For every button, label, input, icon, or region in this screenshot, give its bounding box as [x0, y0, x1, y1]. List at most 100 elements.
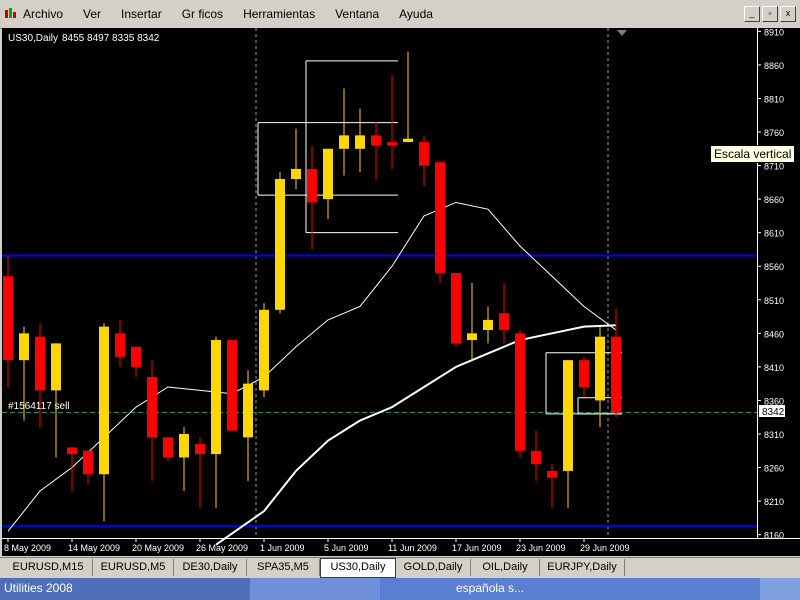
- menu-ventana[interactable]: Ventana: [332, 7, 382, 21]
- tab-us30-daily[interactable]: US30,Daily: [320, 558, 396, 578]
- y-tick-label-8: 8510: [764, 296, 784, 306]
- menu-graficos[interactable]: Gr ficos: [179, 7, 226, 21]
- y-tick-label-3: 8760: [764, 128, 784, 138]
- candle-body-25: [403, 138, 413, 143]
- candle-body-6: [99, 326, 109, 475]
- chart-ohlc-values: 8455 8497 8335 8342: [62, 33, 160, 44]
- x-tick-label-7: 17 Jun 2009: [452, 543, 502, 553]
- candle-body-3: [51, 343, 61, 391]
- candle-body-2: [35, 336, 45, 391]
- app-icon[interactable]: [4, 6, 18, 20]
- y-tick-label-14: 8210: [764, 497, 784, 507]
- y-tick-label-11: 8360: [764, 396, 784, 406]
- y-tick-label-2: 8810: [764, 94, 784, 104]
- x-tick-label-5: 5 Jun 2009: [324, 543, 369, 553]
- tab-eurjpy-daily[interactable]: EURJPY,Daily: [540, 559, 625, 576]
- candle-body-32: [515, 333, 525, 451]
- x-tick-label-4: 1 Jun 2009: [260, 543, 305, 553]
- candle-body-12: [195, 444, 205, 455]
- candle-body-38: [611, 336, 621, 413]
- candle-body-28: [451, 272, 461, 344]
- candle-body-18: [291, 168, 301, 179]
- candle-body-27: [435, 162, 445, 273]
- menu-herramientas[interactable]: Herramientas: [240, 7, 318, 21]
- menu-ayuda[interactable]: Ayuda: [396, 7, 436, 21]
- candle-body-36: [579, 360, 589, 388]
- candle-body-19: [307, 168, 317, 203]
- candle-body-5: [83, 450, 93, 475]
- candle-body-26: [419, 142, 429, 166]
- menu-archivo[interactable]: Archivo: [20, 7, 66, 21]
- x-tick-label-3: 26 May 2009: [196, 543, 248, 553]
- tooltip: Escala vertical: [710, 145, 796, 163]
- candle-body-17: [275, 178, 285, 310]
- tab-oil-daily[interactable]: OIL,Daily: [471, 559, 540, 576]
- x-tick-label-2: 20 May 2009: [132, 543, 184, 553]
- system-tray: [760, 578, 800, 600]
- candle-body-0: [3, 276, 13, 361]
- y-tick-label-0: 8910: [764, 28, 784, 37]
- x-tick-label-0: 8 May 2009: [4, 543, 51, 553]
- taskbar-item-espanola[interactable]: española s...: [380, 578, 800, 600]
- y-tick-label-4: 8710: [764, 162, 784, 172]
- x-tick-label-1: 14 May 2009: [68, 543, 120, 553]
- x-tick-label-8: 23 Jun 2009: [516, 543, 566, 553]
- menu-ver[interactable]: Ver: [80, 7, 104, 21]
- candle-body-29: [467, 333, 477, 341]
- symbol-tab-bar: EURUSD,M15 EURUSD,M5 DE30,Daily SPA35,M5…: [0, 557, 800, 578]
- tab-eurusd-m5[interactable]: EURUSD,M5: [93, 559, 174, 576]
- tab-spa35-m5[interactable]: SPA35,M5: [247, 559, 320, 576]
- y-tick-label-7: 8560: [764, 262, 784, 272]
- candle-body-30: [483, 319, 493, 330]
- tab-eurusd-m15[interactable]: EURUSD,M15: [4, 559, 93, 576]
- close-button[interactable]: x: [780, 6, 796, 22]
- y-tick-label-10: 8410: [764, 363, 784, 373]
- candle-body-21: [339, 135, 349, 149]
- candle-body-20: [323, 148, 333, 200]
- chart-window[interactable]: 8910 8860 8810 8760 8710 8660 8610 8560 8510 8460…: [2, 28, 800, 556]
- candle-body-7: [115, 333, 125, 357]
- candlestick-chart[interactable]: 8910 8860 8810 8760 8710 8660 8610 8560 8510 8460…: [2, 28, 800, 556]
- taskbar-item-blank[interactable]: [250, 578, 380, 600]
- candle-body-23: [371, 135, 381, 146]
- candle-body-4: [67, 447, 77, 455]
- candle-body-24: [387, 142, 397, 146]
- candle-body-10: [163, 437, 173, 458]
- y-tick-label-5: 8660: [764, 195, 784, 205]
- candle-body-31: [499, 313, 509, 330]
- window-controls: _ ▫ x: [744, 6, 796, 22]
- candle-body-37: [595, 336, 605, 401]
- order-label: #1564117 sell: [8, 401, 70, 412]
- candle-body-9: [147, 376, 157, 438]
- current-price-label: 8342: [762, 407, 785, 418]
- candle-body-1: [19, 333, 29, 361]
- candle-body-15: [243, 383, 253, 438]
- candle-body-16: [259, 309, 269, 391]
- x-tick-label-9: 29 Jun 2009: [580, 543, 630, 553]
- y-tick-label-1: 8860: [764, 61, 784, 71]
- menu-bar: Archivo Ver Insertar Gr ficos Herramient…: [0, 0, 800, 29]
- tab-gold-daily[interactable]: GOLD,Daily: [396, 559, 471, 576]
- menu: Archivo Ver Insertar Gr ficos Herramient…: [20, 7, 450, 21]
- y-tick-label-15: 8160: [764, 531, 784, 541]
- minimize-button[interactable]: _: [744, 6, 760, 22]
- tab-de30-daily[interactable]: DE30,Daily: [174, 559, 247, 576]
- candle-body-8: [131, 346, 141, 367]
- candle-body-11: [179, 433, 189, 458]
- candle-body-22: [355, 135, 365, 149]
- menu-insertar[interactable]: Insertar: [118, 7, 165, 21]
- x-tick-label-6: 11 Jun 2009: [388, 543, 437, 553]
- candle-body-14: [227, 340, 237, 431]
- restore-button[interactable]: ▫: [762, 6, 778, 22]
- candle-body-35: [563, 360, 573, 471]
- y-tick-label-9: 8460: [764, 329, 784, 339]
- candle-body-34: [547, 470, 557, 478]
- y-tick-label-12: 8310: [764, 430, 784, 440]
- candle-body-33: [531, 450, 541, 465]
- y-tick-label-6: 8610: [764, 229, 784, 239]
- candle-body-13: [211, 340, 221, 455]
- y-tick-label-13: 8260: [764, 464, 784, 474]
- chart-title: US30,Daily: [8, 33, 58, 44]
- taskbar-item-utilities[interactable]: Utilities 2008: [0, 578, 254, 600]
- taskbar: Utilities 2008 española s...: [0, 578, 800, 600]
